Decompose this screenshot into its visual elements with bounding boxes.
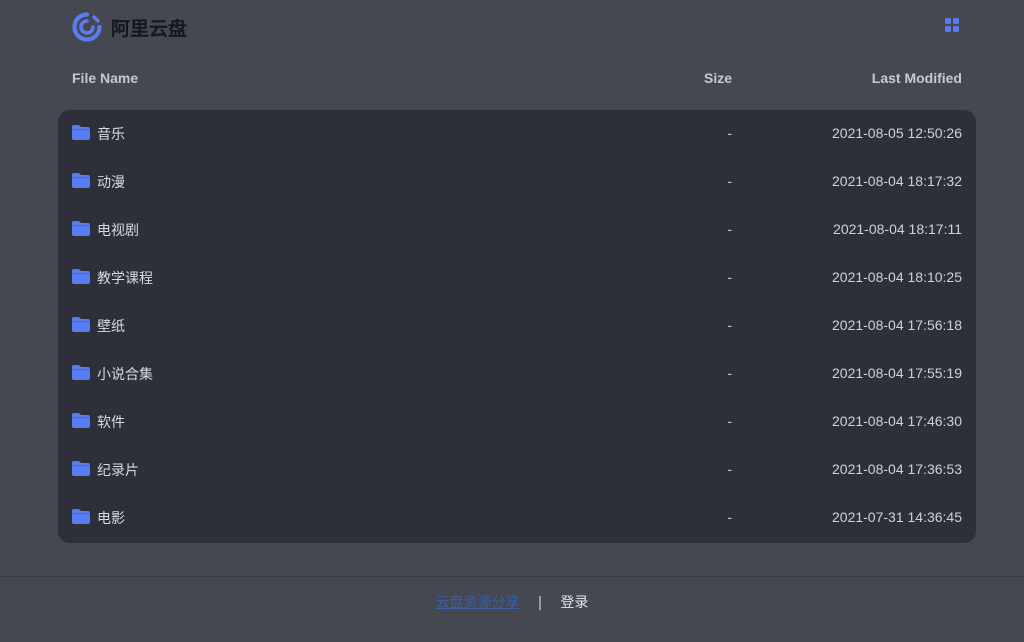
file-size: - xyxy=(727,509,732,525)
file-size: - xyxy=(727,317,732,333)
file-size: - xyxy=(727,365,732,381)
footer: 云盘资源分享 | 登录 xyxy=(0,592,1024,612)
file-name: 音乐 xyxy=(97,127,125,143)
footer-separator: | xyxy=(537,595,543,611)
file-modified: 2021-08-04 18:17:32 xyxy=(832,173,962,189)
file-row[interactable]: 动漫 - 2021-08-04 18:17:32 xyxy=(58,158,976,206)
file-row[interactable]: 纪录片 - 2021-08-04 17:36:53 xyxy=(58,446,976,494)
logo[interactable]: 阿里云盘 xyxy=(72,12,187,42)
folder-icon xyxy=(72,269,90,284)
folder-icon xyxy=(72,221,90,236)
grid-view-button[interactable] xyxy=(944,17,960,33)
file-size: - xyxy=(727,221,732,237)
file-name: 小说合集 xyxy=(97,367,153,383)
file-modified: 2021-08-04 17:36:53 xyxy=(832,461,962,477)
file-row[interactable]: 电视剧 - 2021-08-04 18:17:11 xyxy=(58,206,976,254)
folder-icon xyxy=(72,125,90,140)
file-row[interactable]: 小说合集 - 2021-08-04 17:55:19 xyxy=(58,350,976,398)
grid-view-icon xyxy=(945,18,959,32)
file-name: 动漫 xyxy=(97,175,125,191)
file-name: 纪录片 xyxy=(97,463,139,479)
aliyun-drive-logo-icon xyxy=(72,12,102,42)
column-headers: File Name Size Last Modified xyxy=(72,70,962,90)
login-link[interactable]: 登录 xyxy=(560,595,588,611)
file-row[interactable]: 教学课程 - 2021-08-04 18:10:25 xyxy=(58,254,976,302)
file-modified: 2021-07-31 14:36:45 xyxy=(832,509,962,525)
folder-icon xyxy=(72,509,90,524)
resource-share-link[interactable]: 云盘资源分享 xyxy=(436,595,520,611)
file-name: 软件 xyxy=(97,415,125,431)
folder-icon xyxy=(72,173,90,188)
folder-icon xyxy=(72,365,90,380)
folder-icon xyxy=(72,461,90,476)
file-name: 电影 xyxy=(97,511,125,527)
file-modified: 2021-08-04 18:17:11 xyxy=(833,221,962,237)
file-size: - xyxy=(727,125,732,141)
footer-divider xyxy=(0,576,1024,577)
file-list: 音乐 - 2021-08-05 12:50:26 动漫 - 2021-08-04… xyxy=(58,110,976,543)
file-name: 壁纸 xyxy=(97,319,125,335)
header: 阿里云盘 xyxy=(0,0,1024,54)
file-size: - xyxy=(727,461,732,477)
file-row[interactable]: 电影 - 2021-07-31 14:36:45 xyxy=(58,494,976,542)
file-size: - xyxy=(727,173,732,189)
file-name: 电视剧 xyxy=(97,223,139,239)
file-row[interactable]: 音乐 - 2021-08-05 12:50:26 xyxy=(58,110,976,158)
file-name: 教学课程 xyxy=(97,271,153,287)
file-size: - xyxy=(727,269,732,285)
file-modified: 2021-08-04 17:55:19 xyxy=(832,365,962,381)
file-size: - xyxy=(727,413,732,429)
column-last-modified[interactable]: Last Modified xyxy=(872,70,962,86)
file-modified: 2021-08-04 17:46:30 xyxy=(832,413,962,429)
column-size[interactable]: Size xyxy=(704,70,732,86)
folder-icon xyxy=(72,317,90,332)
file-row[interactable]: 壁纸 - 2021-08-04 17:56:18 xyxy=(58,302,976,350)
file-modified: 2021-08-04 17:56:18 xyxy=(832,317,962,333)
file-modified: 2021-08-04 18:10:25 xyxy=(832,269,962,285)
column-file-name[interactable]: File Name xyxy=(72,70,138,86)
file-row[interactable]: 软件 - 2021-08-04 17:46:30 xyxy=(58,398,976,446)
logo-text: 阿里云盘 xyxy=(111,17,188,40)
file-modified: 2021-08-05 12:50:26 xyxy=(832,125,962,141)
folder-icon xyxy=(72,413,90,428)
